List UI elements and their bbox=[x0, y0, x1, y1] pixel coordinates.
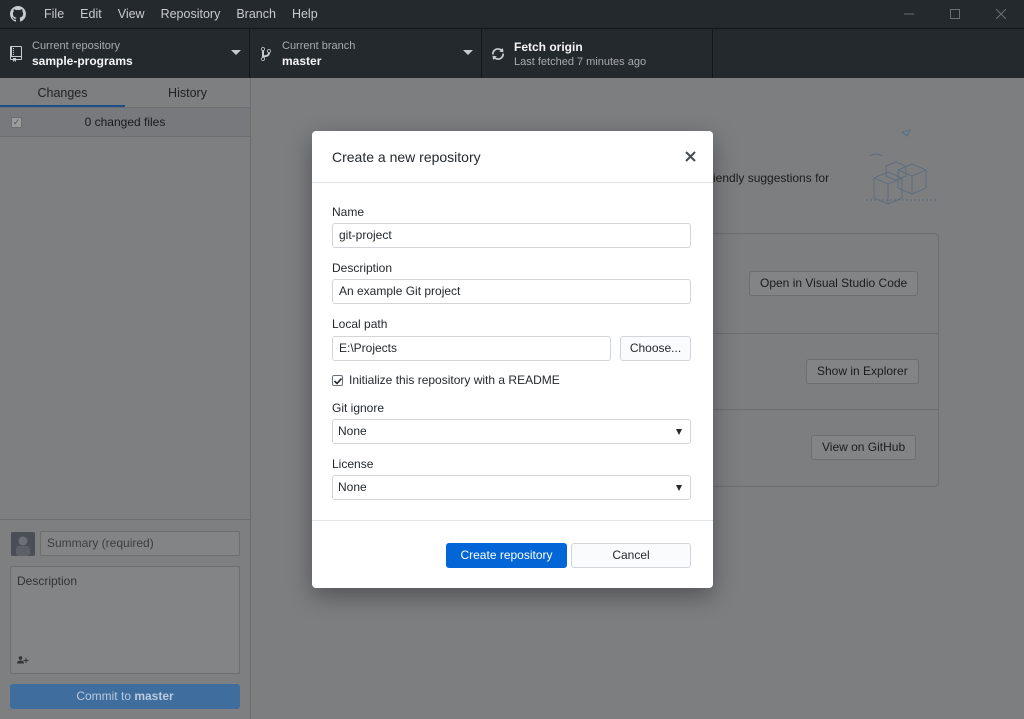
choose-path-button[interactable]: Choose... bbox=[620, 336, 691, 361]
commit-branch: master bbox=[134, 689, 174, 703]
dialog-header: Create a new repository bbox=[312, 131, 713, 183]
chevron-down-icon bbox=[231, 50, 241, 55]
add-coauthor-icon[interactable] bbox=[17, 656, 29, 666]
repo-icon bbox=[0, 46, 32, 62]
sidebar: Changes History ✓ 0 changed files Summar… bbox=[0, 78, 251, 719]
readme-checkbox-row: Initialize this repository with a README bbox=[332, 373, 560, 387]
changed-files-header: ✓ 0 changed files bbox=[0, 108, 250, 137]
gitignore-label: Git ignore bbox=[332, 401, 385, 415]
description-placeholder: Description bbox=[17, 574, 78, 588]
license-value: None bbox=[338, 480, 367, 494]
title-bar: File Edit View Repository Branch Help bbox=[0, 0, 1024, 28]
dialog-footer: Create repository Cancel bbox=[312, 520, 713, 588]
readme-checkbox-label: Initialize this repository with a README bbox=[349, 373, 560, 387]
gitignore-value: None bbox=[338, 424, 367, 438]
tab-changes[interactable]: Changes bbox=[0, 78, 125, 107]
close-window-icon[interactable] bbox=[978, 0, 1024, 28]
current-branch-button[interactable]: Current branch master bbox=[250, 29, 482, 79]
select-all-checkbox[interactable]: ✓ bbox=[11, 117, 22, 128]
window-controls bbox=[886, 0, 1024, 28]
commit-area: Summary (required) Description Commit to… bbox=[0, 519, 250, 719]
commit-button[interactable]: Commit to master bbox=[10, 684, 240, 709]
description-textarea[interactable]: Description bbox=[10, 566, 240, 674]
open-vscode-button[interactable]: Open in Visual Studio Code bbox=[749, 271, 919, 296]
fetch-subtitle: Last fetched 7 minutes ago bbox=[514, 56, 647, 68]
readme-checkbox[interactable] bbox=[332, 374, 343, 386]
suggestion-text: iendly suggestions for bbox=[713, 171, 830, 185]
commit-prefix: Commit to bbox=[76, 689, 135, 703]
repo-name: sample-programs bbox=[32, 54, 133, 68]
divider bbox=[712, 333, 938, 334]
create-repository-button[interactable]: Create repository bbox=[446, 543, 567, 568]
description-label: Description bbox=[332, 261, 393, 275]
description-input[interactable]: An example Git project bbox=[332, 279, 691, 304]
menu-file[interactable]: File bbox=[36, 0, 72, 28]
toolbar: Current repository sample-programs Curre… bbox=[0, 28, 1024, 79]
boxes-illustration-icon bbox=[862, 126, 942, 206]
menu-branch[interactable]: Branch bbox=[228, 0, 284, 28]
repo-label: Current repository bbox=[32, 40, 121, 52]
view-on-github-button[interactable]: View on GitHub bbox=[811, 435, 917, 460]
changed-files-count: 0 changed files bbox=[84, 115, 166, 129]
menu-view[interactable]: View bbox=[110, 0, 153, 28]
maximize-icon[interactable] bbox=[932, 0, 978, 28]
summary-input[interactable]: Summary (required) bbox=[40, 531, 240, 556]
divider bbox=[712, 409, 938, 410]
license-label: License bbox=[332, 457, 374, 471]
license-select[interactable]: None bbox=[332, 475, 691, 500]
local-path-input[interactable]: E:\Projects bbox=[332, 336, 611, 361]
menu-edit[interactable]: Edit bbox=[72, 0, 110, 28]
caret-down-icon bbox=[676, 485, 682, 491]
gitignore-select[interactable]: None bbox=[332, 419, 691, 444]
dialog-title: Create a new repository bbox=[332, 149, 481, 165]
show-in-explorer-button[interactable]: Show in Explorer bbox=[806, 359, 919, 384]
cancel-button[interactable]: Cancel bbox=[571, 543, 691, 568]
close-icon[interactable] bbox=[681, 147, 699, 165]
current-repository-button[interactable]: Current repository sample-programs bbox=[0, 29, 250, 79]
branch-label: Current branch bbox=[282, 40, 356, 52]
sidebar-tabs: Changes History bbox=[0, 78, 250, 108]
menu-help[interactable]: Help bbox=[284, 0, 326, 28]
name-label: Name bbox=[332, 205, 365, 219]
minimize-icon[interactable] bbox=[886, 0, 932, 28]
fetch-origin-button[interactable]: Fetch origin Last fetched 7 minutes ago bbox=[482, 29, 713, 79]
create-repository-dialog: Create a new repository Name git-project… bbox=[312, 131, 713, 588]
sync-icon bbox=[482, 46, 514, 62]
chevron-down-icon bbox=[463, 50, 473, 55]
branch-name: master bbox=[282, 54, 322, 68]
tab-history[interactable]: History bbox=[125, 78, 250, 107]
menu-repository[interactable]: Repository bbox=[153, 0, 229, 28]
caret-down-icon bbox=[676, 429, 682, 435]
github-logo-icon bbox=[0, 0, 36, 28]
avatar bbox=[11, 532, 35, 556]
name-input[interactable]: git-project bbox=[332, 223, 691, 248]
branch-icon bbox=[250, 46, 282, 62]
fetch-title: Fetch origin bbox=[514, 40, 583, 54]
local-path-label: Local path bbox=[332, 317, 388, 331]
menu-bar: File Edit View Repository Branch Help bbox=[36, 0, 326, 28]
